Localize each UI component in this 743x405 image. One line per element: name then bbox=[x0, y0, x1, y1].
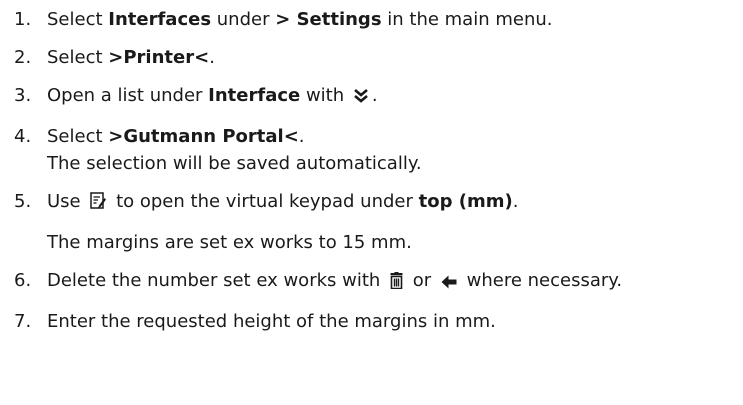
step-number: 3. bbox=[14, 85, 32, 106]
step-text: Select Interfaces under > Settings in th… bbox=[47, 9, 553, 30]
step-3: 3. Open a list under Interface with . bbox=[14, 82, 739, 112]
step-number: 1. bbox=[14, 9, 32, 30]
double-chevron-down-icon bbox=[354, 85, 368, 112]
step-1: 1. Select Interfaces under > Settings in… bbox=[14, 6, 739, 33]
option-printer: >Printer< bbox=[108, 47, 210, 68]
trash-icon bbox=[390, 270, 403, 297]
step-text: Use to open the virtual keypad under top… bbox=[47, 188, 739, 218]
backspace-arrow-icon bbox=[441, 270, 457, 297]
step-text: Select >Gutmann Portal<. The selection w… bbox=[47, 123, 739, 177]
step-5: 5. Use to open the virtual keypad under … bbox=[14, 188, 739, 218]
step-7: 7. Enter the requested height of the mar… bbox=[14, 308, 739, 335]
step-6: 6. Delete the number set ex works with o… bbox=[14, 267, 739, 297]
step-text: Open a list under Interface with . bbox=[47, 82, 739, 112]
step-number: 4. bbox=[14, 126, 32, 147]
field-top-mm: top (mm) bbox=[418, 191, 513, 212]
menu-item-settings: > Settings bbox=[275, 9, 382, 30]
step-text: Enter the requested height of the margin… bbox=[47, 311, 496, 332]
step-text: Delete the number set ex works with or w… bbox=[47, 267, 739, 297]
step-2: 2. Select >Printer<. bbox=[14, 44, 739, 71]
step-4: 4. Select >Gutmann Portal<. The selectio… bbox=[14, 123, 739, 177]
step-number: 7. bbox=[14, 311, 32, 332]
step-number: 5. bbox=[14, 191, 32, 212]
field-interface: Interface bbox=[208, 85, 301, 106]
option-gutmann-portal: >Gutmann Portal< bbox=[108, 126, 299, 147]
step-5-note: The margins are set ex works to 15 mm. bbox=[47, 232, 412, 253]
step-number: 6. bbox=[14, 270, 32, 291]
instruction-list: 1. Select Interfaces under > Settings in… bbox=[14, 6, 739, 335]
step-result: The selection will be saved automaticall… bbox=[47, 153, 422, 174]
step-text: Select >Printer<. bbox=[47, 47, 215, 68]
menu-item-interfaces: Interfaces bbox=[108, 9, 212, 30]
edit-icon bbox=[90, 191, 107, 218]
step-number: 2. bbox=[14, 47, 32, 68]
